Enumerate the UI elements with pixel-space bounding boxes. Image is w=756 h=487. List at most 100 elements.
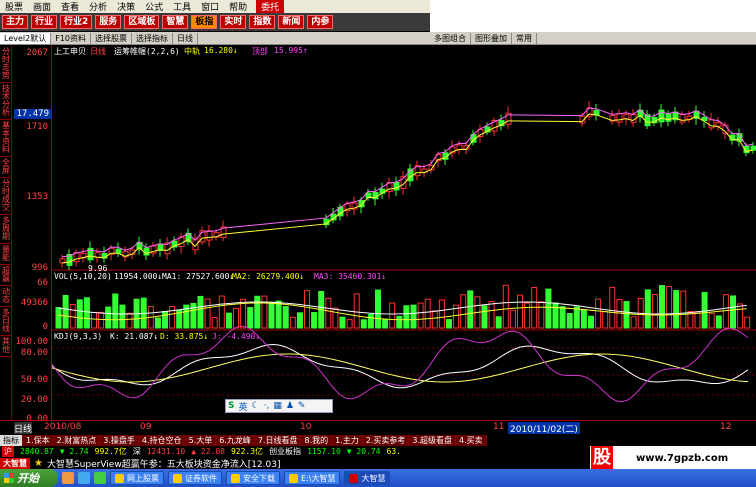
indicator-tabs: 指标 1.保本 2.财富热点 3.操盘手 4.持仓空仓 5.大单 6.九龙峰 7… [0,434,756,446]
gem-index: 1157.10 [307,447,341,456]
menu-trade[interactable]: 委托 [256,0,285,13]
volume-bar [495,316,502,329]
quicklaunch-icon[interactable] [78,472,90,484]
toolbar-button-service[interactable]: 服务 [95,15,122,29]
menu-tools[interactable]: 工具 [168,0,196,13]
menu-analysis[interactable]: 分析 [84,0,112,13]
sidebar-item-dynamic[interactable]: 动态 [0,286,12,307]
toolbar-button-main[interactable]: 主力 [2,15,29,29]
volume-bar [311,312,318,329]
volume-bar [389,302,396,329]
sidebar-item-timeshare[interactable]: 分时走势 [0,46,12,83]
sidebar-item-trades[interactable]: 分时成交 [0,178,12,215]
taskbar-item[interactable]: 安全下载 [226,471,280,485]
volume-bar [467,290,474,329]
volume-bar [197,295,204,329]
star-icon: ★ [34,457,43,469]
ticker-text[interactable]: 大智慧SuperView超赢午参：五大板块资金净流入[12.03] [47,457,281,470]
indicator-tab[interactable]: 1.主力 [332,434,363,446]
indicator-tab[interactable]: 6.九龙峰 [216,434,255,446]
toolbar-button-industry[interactable]: 行业 [31,15,58,29]
dzh-terminal-window: 股票 画面 查看 分析 决策 公式 工具 窗口 帮助 委托 主力 行业 行业2 … [0,0,756,487]
toolbar-button-region[interactable]: 区域板 [124,15,160,29]
tab-daily[interactable]: 日线 [173,32,198,44]
sh-label: 沪 [2,446,14,457]
sidebar-item-other[interactable]: 其他 [0,336,12,357]
toolbar-button-industry2[interactable]: 行业2 [60,15,93,29]
toolbar-button-board-index[interactable]: 板指 [191,15,218,29]
sidebar-item-volume[interactable]: 量能 [0,244,12,265]
sidebar-item-technical[interactable]: 技术分析 [0,83,12,120]
quicklaunch-icon[interactable] [62,472,74,484]
menu-help[interactable]: 帮助 [224,0,252,13]
menu-formula[interactable]: 公式 [140,0,168,13]
ime-punct-icon[interactable]: ·, [264,401,270,411]
volume-bar [62,294,69,329]
menu-decision[interactable]: 决策 [112,0,140,13]
sidebar-item-multiday[interactable]: 多日线 [0,307,12,336]
ime-lang[interactable]: 英 [238,400,247,413]
news-ticker[interactable]: 大智慧 ★ 大智慧SuperView超赢午参：五大板块资金净流入[12.03] [0,457,590,470]
tab-select-stock[interactable]: 选择股票 [91,32,132,44]
tab-select-indicator[interactable]: 选择指标 [132,32,173,44]
menu-screen[interactable]: 画面 [28,0,56,13]
menu-view[interactable]: 查看 [56,0,84,13]
indicator-tab[interactable]: 8.我的 [301,434,333,446]
tab-common[interactable]: 常用 [512,32,537,44]
taskbar-item[interactable]: E:\大智慧 [284,471,341,485]
taskbar-item[interactable]: 网上股票 [110,471,164,485]
volume-bar [119,304,126,329]
mid-band-label: 中轨 [184,47,200,56]
volume-bar [360,319,367,329]
toolbar-button-realtime[interactable]: 实时 [220,15,247,29]
tab-f10[interactable]: F10资料 [51,32,91,44]
tab-overlay[interactable]: 图形叠加 [471,32,512,44]
taskbar-item[interactable]: 大智慧 [344,471,391,485]
sidebar-item-multiperiod[interactable]: 多周期 [0,215,12,244]
volume-bar [304,290,310,329]
indicator-tab[interactable]: 7.日线看盘 [254,434,302,446]
time-axis: 日线 2010/08 09 10 11 2010/11/02(二) 12 [0,420,756,435]
quicklaunch-icon[interactable] [94,472,106,484]
indicator-tab[interactable]: 2.财富热点 [53,434,101,446]
ime-user-icon[interactable]: ♟ [286,401,294,411]
ime-logo-icon[interactable]: S [228,401,234,411]
tab-level2-default[interactable]: Level2默认 [0,32,52,44]
indicator-tab[interactable]: 2.买卖参考 [362,434,410,446]
indicator-tab[interactable]: 4.持仓空仓 [138,434,186,446]
menu-stock[interactable]: 股票 [0,0,28,13]
volume-bar [524,302,531,329]
taskbar-item-label: E:\大智慧 [301,473,336,483]
tab-multi-chart[interactable]: 多图组合 [430,32,471,44]
sidebar-item-superwin[interactable]: 超赢 [0,265,12,286]
indicator-tab[interactable]: 1.保本 [23,434,54,446]
ime-keyboard-icon[interactable]: ▦ [273,401,282,411]
kdj-d-line [52,353,749,383]
toolbar-button-smart[interactable]: 智慧 [162,15,189,29]
ime-toolbar[interactable]: S 英 ☾ ·, ▦ ♟ ✎ [225,399,333,413]
indicator-tab[interactable]: 指标 [0,434,23,446]
ime-moon-icon[interactable]: ☾ [252,401,260,411]
toolbar-button-insider[interactable]: 内参 [307,15,334,29]
chart-area[interactable]: 上工申贝 日线 运筹帷幄(2,2,6) 中轨 16.280↓ 顶部 15.995… [52,46,756,428]
start-button[interactable]: 开始 [0,469,58,487]
taskbar-item[interactable]: 证券软件 [168,471,222,485]
indicator-tab[interactable]: 4.买卖 [456,434,487,446]
volume-bar [346,319,353,329]
volume-bar [382,318,389,329]
toolbar-button-news[interactable]: 新闻 [278,15,305,29]
ime-wrench-icon[interactable]: ✎ [298,401,306,411]
sidebar-item-fullscreen[interactable]: 全屏 [0,157,12,178]
indicator-tab[interactable]: 5.大单 [185,434,217,446]
volume-bar [289,316,296,329]
indicator-tab[interactable]: 3.操盘手 [100,434,139,446]
function-tab-row-right: 多图组合 图形叠加 常用 [430,32,756,45]
menu-window[interactable]: 窗口 [196,0,224,13]
indicator-tab[interactable]: 3.超级看盘 [409,434,457,446]
volume-bar [538,301,545,329]
time-tick: 11 [493,422,505,432]
sidebar-item-profile[interactable]: 基本资料 [0,120,12,157]
toolbar-button-index[interactable]: 指数 [249,15,276,29]
candle-body [715,122,722,127]
volume-bar [715,315,722,329]
